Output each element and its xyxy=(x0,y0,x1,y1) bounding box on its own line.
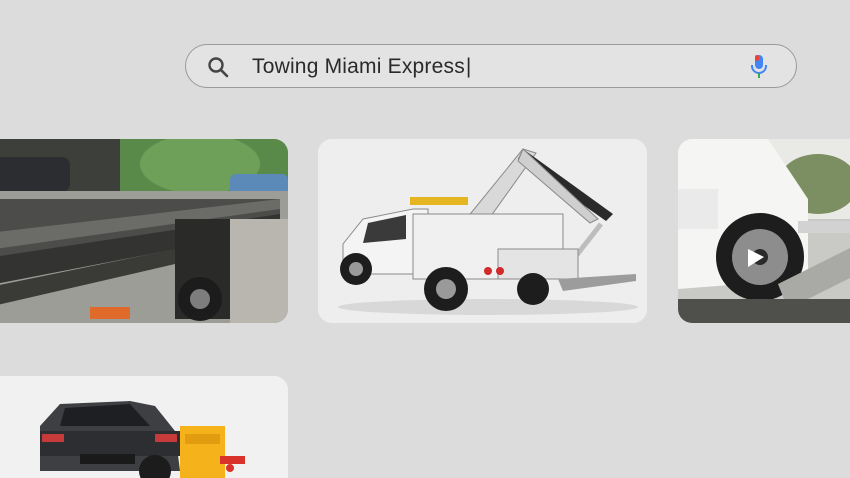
search-icon[interactable] xyxy=(206,55,230,79)
result-card-wrecker[interactable] xyxy=(318,139,647,323)
white-car-on-ramp-photo xyxy=(678,139,850,323)
result-card-car-ramp[interactable] xyxy=(678,139,850,323)
flatbed-tow-truck-photo xyxy=(0,139,288,323)
microphone-icon[interactable] xyxy=(748,54,770,80)
result-card-suv-tow[interactable] xyxy=(0,376,288,478)
dark-suv-tow-truck-photo xyxy=(0,376,288,478)
screen: Towing Miami Express xyxy=(0,0,850,478)
result-card-flatbed[interactable] xyxy=(0,139,288,323)
white-wrecker-tow-truck-photo xyxy=(318,139,647,323)
search-bar[interactable]: Towing Miami Express xyxy=(185,44,797,88)
search-input[interactable]: Towing Miami Express xyxy=(252,54,472,80)
